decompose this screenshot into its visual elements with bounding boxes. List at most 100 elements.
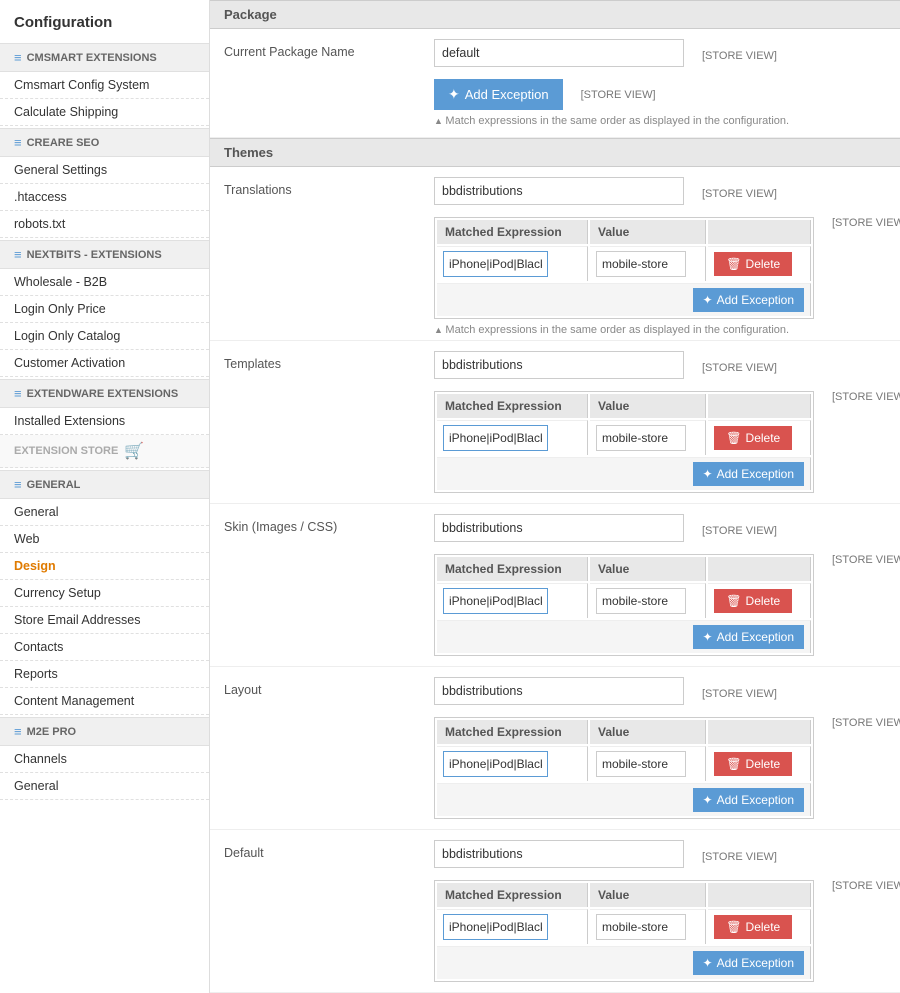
skin-input[interactable] [434, 514, 684, 542]
default-value-header: Value [590, 883, 706, 907]
translations-matched-expr-header: Matched Expression [437, 220, 588, 244]
templates-expr-input[interactable] [443, 425, 548, 451]
sidebar-item-cmsmart-config[interactable]: Cmsmart Config System [0, 72, 209, 99]
sidebar-title: Configuration [0, 0, 209, 41]
translations-store-view: [STORE VIEW] [702, 182, 777, 200]
plus-icon-layout: ✦ [703, 793, 713, 807]
sidebar-item-design[interactable]: Design [0, 553, 209, 580]
skin-add-exception-button[interactable]: ✦ Add Exception [693, 625, 804, 649]
skin-matched-expr-header: Matched Expression [437, 557, 588, 581]
sidebar-item-contacts[interactable]: Contacts [0, 634, 209, 661]
extension-store-label: EXTENSION STORE [14, 445, 118, 457]
main-content: Package Current Package Name [STORE VIEW… [210, 0, 900, 993]
trash-icon-layout: 🗑 [726, 757, 741, 771]
translations-label: Translations [224, 177, 424, 197]
layout-value-input[interactable] [596, 751, 686, 777]
default-action-header [708, 883, 811, 907]
translations-delete-button[interactable]: 🗑 Delete [714, 252, 792, 276]
templates-store-view: [STORE VIEW] [702, 356, 777, 374]
sidebar-item-web[interactable]: Web [0, 526, 209, 553]
default-store-view: [STORE VIEW] [702, 845, 777, 863]
trash-icon-default: 🗑 [726, 920, 741, 934]
section-icon-creare: ≡ [14, 135, 22, 150]
templates-add-exception-button[interactable]: ✦ Add Exception [693, 462, 804, 486]
sidebar-item-channels[interactable]: Channels [0, 746, 209, 773]
skin-value-input[interactable] [596, 588, 686, 614]
section-icon-m2e: ≡ [14, 724, 22, 739]
templates-delete-button[interactable]: 🗑 Delete [714, 426, 792, 450]
section-icon-extendware: ≡ [14, 386, 22, 401]
sidebar-item-installed-extensions[interactable]: Installed Extensions [0, 408, 209, 435]
skin-store-view: [STORE VIEW] [702, 519, 777, 537]
sidebar-item-login-only-price[interactable]: Login Only Price [0, 296, 209, 323]
default-expr-input[interactable] [443, 914, 548, 940]
sidebar-item-htaccess[interactable]: .htaccess [0, 184, 209, 211]
sidebar-section-m2e: ≡ M2E PRO [0, 717, 209, 746]
layout-store-view: [STORE VIEW] [702, 682, 777, 700]
sidebar-item-wholesale-b2b[interactable]: Wholesale - B2B [0, 269, 209, 296]
default-matched-expr-header: Matched Expression [437, 883, 588, 907]
sidebar-section-general: ≡ GENERAL [0, 470, 209, 499]
default-exception-table: Matched Expression Value [434, 880, 814, 982]
skin-exception-store-view: [STORE VIEW] [832, 548, 900, 566]
sidebar-item-store-email[interactable]: Store Email Addresses [0, 607, 209, 634]
skin-value-header: Value [590, 557, 706, 581]
default-delete-button[interactable]: 🗑 Delete [714, 915, 792, 939]
translations-expr-input[interactable] [443, 251, 548, 277]
templates-value-input[interactable] [596, 425, 686, 451]
sidebar-item-general[interactable]: General [0, 499, 209, 526]
sidebar-item-currency-setup[interactable]: Currency Setup [0, 580, 209, 607]
layout-add-exception-button[interactable]: ✦ Add Exception [693, 788, 804, 812]
translations-add-exception-button[interactable]: ✦ Add Exception [693, 288, 804, 312]
cart-icon: 🛒 [124, 441, 144, 461]
sidebar-section-extendware: ≡ EXTENDWARE EXTENSIONS [0, 379, 209, 408]
layout-exception-store-view: [STORE VIEW] [832, 711, 900, 729]
layout-matched-expr-header: Matched Expression [437, 720, 588, 744]
default-add-exception-button[interactable]: ✦ Add Exception [693, 951, 804, 975]
skin-delete-button[interactable]: 🗑 Delete [714, 589, 792, 613]
sidebar-item-robots-txt[interactable]: robots.txt [0, 211, 209, 238]
translations-exception-table: Matched Expression Value [434, 217, 814, 319]
sidebar-item-calculate-shipping[interactable]: Calculate Shipping [0, 99, 209, 126]
package-name-label: Current Package Name [224, 39, 424, 59]
package-note: Match expressions in the same order as d… [434, 115, 886, 127]
plus-icon-default: ✦ [703, 956, 713, 970]
section-icon-general: ≡ [14, 477, 22, 492]
sidebar-section-cmsmart: ≡ CMSMART EXTENSIONS [0, 43, 209, 72]
package-add-exception-button[interactable]: ✦ Add Exception [434, 79, 563, 110]
translations-value-input[interactable] [596, 251, 686, 277]
translations-action-header [708, 220, 811, 244]
sidebar-item-content-management[interactable]: Content Management [0, 688, 209, 715]
layout-delete-button[interactable]: 🗑 Delete [714, 752, 792, 776]
translations-input[interactable] [434, 177, 684, 205]
package-store-view: [STORE VIEW] [702, 44, 777, 62]
sidebar-item-customer-activation[interactable]: Customer Activation [0, 350, 209, 377]
section-icon-nextbits: ≡ [14, 247, 22, 262]
templates-input[interactable] [434, 351, 684, 379]
plus-icon-tmpl: ✦ [703, 467, 713, 481]
skin-exception-table: Matched Expression Value [434, 554, 814, 656]
plus-icon: ✦ [448, 86, 460, 103]
plus-icon-t: ✦ [703, 293, 713, 307]
sidebar-item-extension-store[interactable]: EXTENSION STORE 🛒 [0, 435, 209, 468]
sidebar-item-general-settings[interactable]: General Settings [0, 157, 209, 184]
themes-section-header: Themes [210, 138, 900, 167]
sidebar-section-nextbits: ≡ NEXTBITS - EXTENSIONS [0, 240, 209, 269]
layout-exception-table: Matched Expression Value [434, 717, 814, 819]
package-exception-store-view: [STORE VIEW] [581, 83, 656, 101]
layout-input[interactable] [434, 677, 684, 705]
default-input[interactable] [434, 840, 684, 868]
layout-expr-input[interactable] [443, 751, 548, 777]
skin-expr-input[interactable] [443, 588, 548, 614]
default-label: Default [224, 840, 424, 860]
default-value-input[interactable] [596, 914, 686, 940]
sidebar-item-login-only-catalog[interactable]: Login Only Catalog [0, 323, 209, 350]
sidebar-item-reports[interactable]: Reports [0, 661, 209, 688]
skin-label: Skin (Images / CSS) [224, 514, 424, 534]
package-name-input[interactable] [434, 39, 684, 67]
layout-action-header [708, 720, 811, 744]
plus-icon-skin: ✦ [703, 630, 713, 644]
sidebar-item-general-m2e[interactable]: General [0, 773, 209, 800]
trash-icon-tmpl: 🗑 [726, 431, 741, 445]
templates-exception-store-view: [STORE VIEW] [832, 385, 900, 403]
